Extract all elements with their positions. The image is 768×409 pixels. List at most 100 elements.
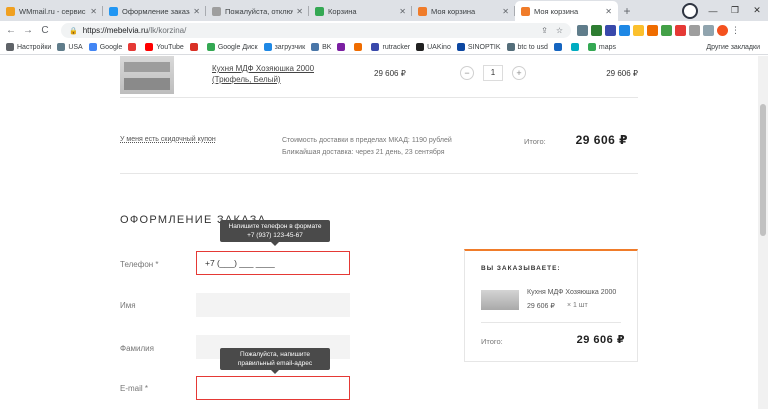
tab-title: Моя корзина (431, 6, 476, 16)
browser-tab[interactable]: Моя корзина ✕ (515, 1, 618, 21)
mebelvia-favicon-icon (109, 6, 118, 16)
profile-icon[interactable] (703, 25, 714, 36)
bookmark-icon (354, 43, 363, 51)
menu-icon[interactable]: ⋮ (731, 25, 740, 36)
bookmark-item[interactable] (354, 43, 365, 51)
bookmark-item[interactable]: BK (311, 43, 331, 51)
close-tab-icon[interactable]: ✕ (296, 7, 303, 16)
extension-icon[interactable] (605, 25, 616, 36)
close-window-button[interactable]: ✕ (746, 0, 768, 21)
bookmark-item[interactable]: YouTube (145, 43, 184, 51)
cart-summary: У меня есть скидочный купон Стоимость до… (120, 124, 638, 174)
coupon-link[interactable]: У меня есть скидочный купон (120, 136, 216, 143)
close-tab-icon[interactable]: ✕ (502, 7, 509, 16)
browser-tab[interactable]: Пожалуйста, отключите✕ (206, 1, 309, 21)
extensions-area: ⋮ (577, 25, 740, 36)
bookmark-item[interactable]: btc to usd (506, 43, 548, 51)
cart-product-row: Кухня МДФ Хозяюшка 2000 (Трюфель, Белый)… (120, 56, 638, 98)
bookmark-item[interactable]: maps (587, 43, 616, 51)
bookmark-icon (263, 43, 272, 51)
tab-title: WMmail.ru - сервис по (19, 6, 87, 16)
extension-icon[interactable] (661, 25, 672, 36)
scrollbar-thumb[interactable] (760, 104, 766, 236)
email-input[interactable] (196, 376, 350, 400)
bookmark-icon (6, 43, 14, 51)
bookmark-icon (57, 43, 66, 51)
bookmark-label: YouTube (156, 43, 184, 51)
maximize-button[interactable]: ❐ (724, 0, 746, 21)
card-product-qty: × 1 шт (567, 302, 588, 309)
back-button[interactable]: ← (4, 25, 18, 36)
bookmark-icon (311, 43, 320, 51)
product-image[interactable] (120, 56, 174, 94)
product-name-link[interactable]: Кухня МДФ Хозяюшка 2000 (Трюфель, Белый) (212, 63, 352, 85)
bookmark-label: загрузчик (274, 43, 306, 51)
close-tab-icon[interactable]: ✕ (193, 7, 200, 16)
extension-icon[interactable] (675, 25, 686, 36)
minimize-button[interactable]: — (702, 0, 724, 21)
bookmark-item[interactable] (337, 43, 348, 51)
star-icon[interactable]: ☆ (556, 26, 563, 35)
tab-title: Моя корзина (534, 6, 579, 16)
bookmark-label: Google (99, 43, 123, 51)
qty-minus-button[interactable]: − (460, 66, 474, 80)
forward-button[interactable]: → (21, 25, 35, 36)
tab-title: Пожалуйста, отключите (225, 6, 293, 16)
qty-plus-button[interactable]: + (512, 66, 526, 80)
phone-input[interactable]: +7 (___) ___ ____ (196, 251, 350, 275)
bookmark-item[interactable] (553, 43, 565, 51)
close-tab-icon[interactable]: ✕ (605, 7, 612, 16)
close-tab-icon[interactable]: ✕ (399, 7, 406, 16)
delivery-date: Ближайшая доставка: через 21 день, 23 се… (282, 149, 445, 156)
browser-tab[interactable]: Оформление заказа | и✕ (103, 1, 206, 21)
bookmark-icon (456, 43, 465, 51)
bookmark-label: rutracker (382, 43, 411, 51)
surname-label: Фамилия (120, 344, 154, 353)
bookmark-item[interactable]: Google (88, 43, 123, 51)
bookmark-item[interactable] (570, 43, 582, 51)
extension-icon[interactable] (591, 25, 602, 36)
extension-icon[interactable] (619, 25, 630, 36)
bookmark-item[interactable] (128, 43, 139, 51)
window-controls: — ❐ ✕ (682, 0, 768, 21)
bookmark-item[interactable]: UAKino (416, 43, 451, 51)
name-input[interactable] (196, 293, 350, 317)
address-bar[interactable]: 🔒 https://mebelvia.ru/lk/korzina/ ⇪ ☆ (61, 23, 571, 38)
tab-strip: WMmail.ru - сервис по✕Оформление заказа … (0, 0, 768, 21)
reload-button[interactable]: C (38, 25, 52, 36)
page-scrollbar[interactable] (758, 56, 768, 409)
email-tooltip: Пожалуйста, напишите правильный email-ад… (220, 348, 330, 374)
browser-tab[interactable]: WMmail.ru - сервис по✕ (0, 1, 103, 21)
bookmark-item[interactable] (189, 43, 201, 51)
close-tab-icon[interactable]: ✕ (90, 7, 97, 16)
bookmark-icon (337, 43, 346, 51)
browser-tab[interactable]: Корзина ✕ (309, 1, 412, 21)
bookmark-icon (553, 43, 562, 51)
bookmark-label: BK (322, 43, 332, 51)
phone-tooltip: Напишите телефон в формате +7 (937) 123-… (220, 220, 330, 246)
bookmark-item[interactable]: Настройки (6, 43, 51, 51)
tab-title: Корзина (328, 6, 357, 16)
bookmark-item[interactable]: Google Диск (206, 43, 258, 51)
bookmark-item[interactable]: загрузчик (263, 43, 306, 51)
new-tab-button[interactable]: + (618, 1, 636, 21)
bookmark-icon (371, 43, 380, 51)
extension-icon[interactable] (577, 25, 588, 36)
clock-icon[interactable] (682, 2, 698, 19)
puzzle-icon[interactable] (689, 25, 700, 36)
quantity-stepper: − 1 + (460, 65, 526, 81)
other-bookmarks[interactable]: Другие закладки (706, 40, 760, 54)
bookmark-item[interactable]: SINOPTIK (456, 43, 501, 51)
avatar[interactable] (717, 25, 728, 36)
lock-icon[interactable]: 🔒 (69, 27, 78, 35)
bookmark-item[interactable]: rutracker (371, 43, 410, 51)
qty-input[interactable]: 1 (483, 65, 503, 81)
extension-icon[interactable] (647, 25, 658, 36)
browser-tab[interactable]: Моя корзина ✕ (412, 1, 515, 21)
toolbar: ← → C 🔒 https://mebelvia.ru/lk/korzina/ … (0, 21, 768, 40)
bookmark-label: btc to usd (517, 43, 548, 51)
bookmark-item[interactable]: USA (57, 43, 83, 51)
share-icon[interactable]: ⇪ (541, 26, 548, 35)
bookmark-label: Google Диск (217, 43, 258, 51)
extension-icon[interactable] (633, 25, 644, 36)
